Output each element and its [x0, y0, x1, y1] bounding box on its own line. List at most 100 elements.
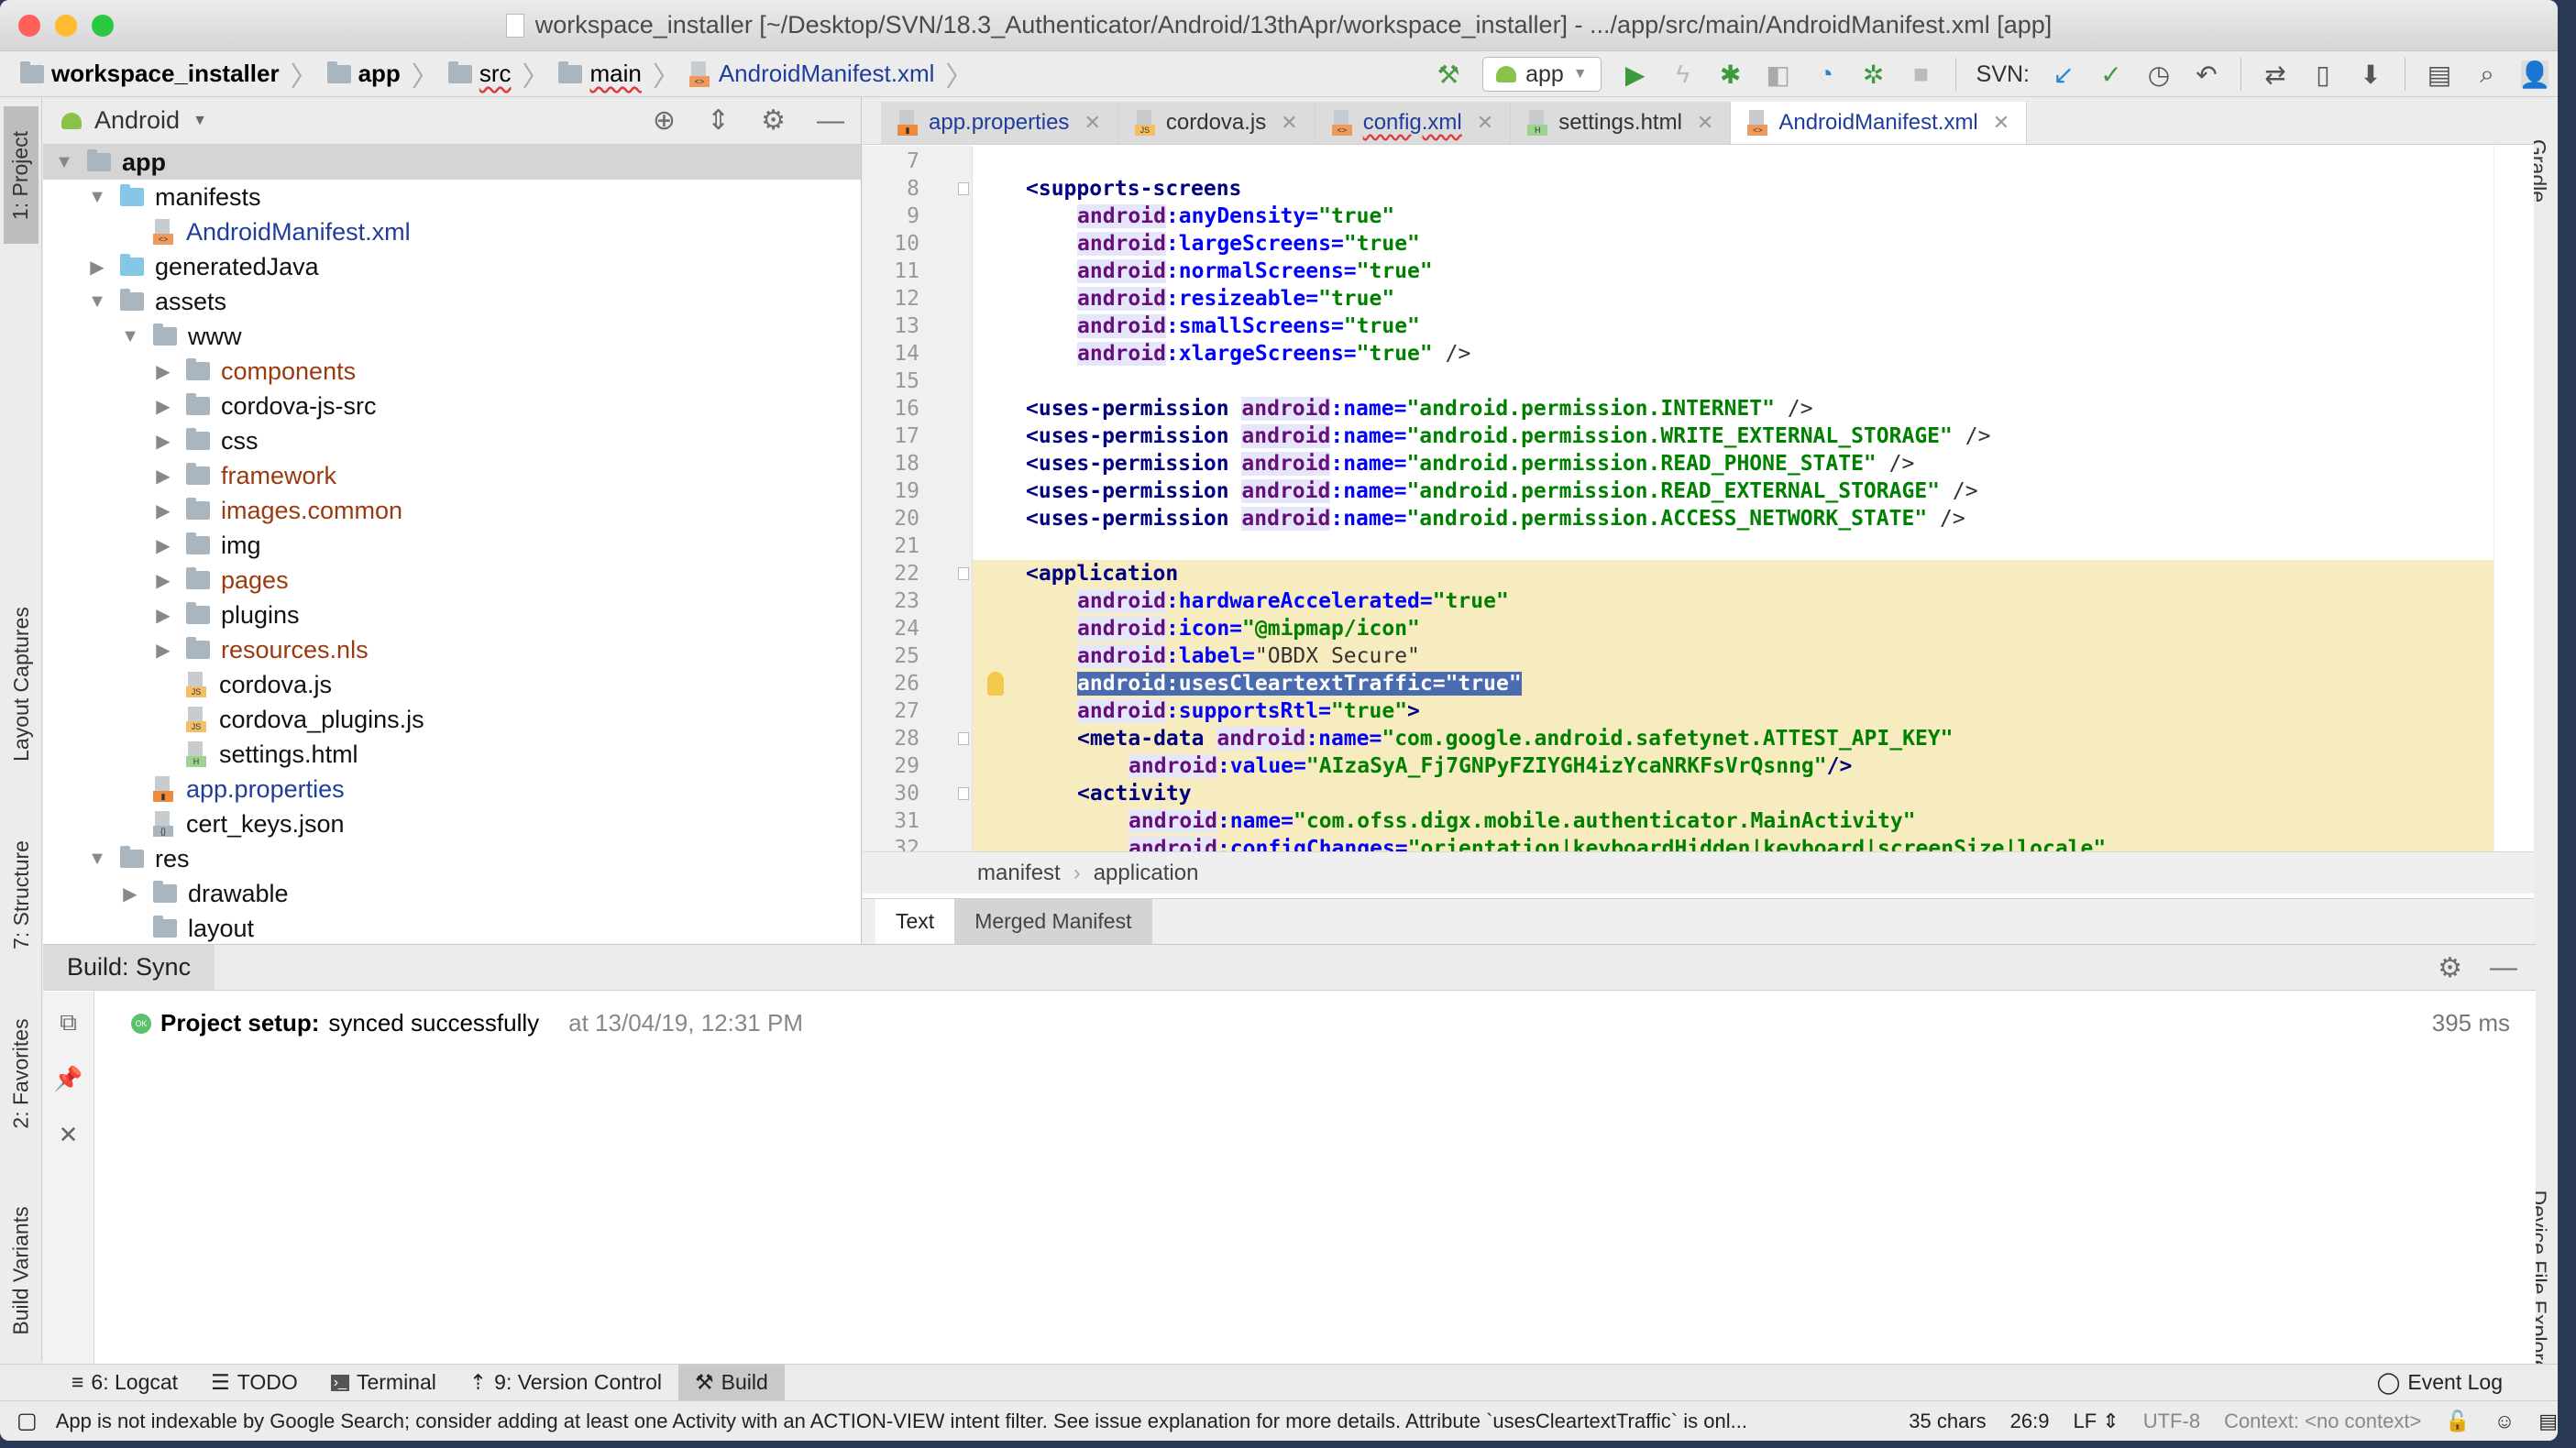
editor-tab[interactable]: ▮ app.properties ✕ [881, 102, 1118, 144]
gear-icon[interactable]: ⚙ [2438, 952, 2462, 984]
expand-down-icon[interactable]: ▼ [54, 152, 74, 173]
collapse-all-icon[interactable]: ⇕ [707, 104, 730, 137]
tree-item[interactable]: ▶ drawable [43, 876, 861, 911]
fold-marker-icon[interactable] [958, 567, 969, 580]
tree-item[interactable]: JS cordova_plugins.js [43, 702, 861, 737]
tool-window-version-control[interactable]: ⇡ 9: Version Control [453, 1365, 678, 1400]
tree-item[interactable]: ▶ css [43, 423, 861, 458]
sync-gradle-icon[interactable]: ⇄ [2262, 60, 2289, 89]
code-line[interactable]: 32 android:configChanges="orientation|key… [863, 835, 2513, 851]
close-tab-icon[interactable]: ✕ [1281, 111, 1297, 135]
expand-right-icon[interactable]: ▶ [153, 360, 173, 383]
pin-icon[interactable]: 📌 [53, 1065, 83, 1093]
tool-tab-favorites[interactable]: 2: Favorites [4, 977, 39, 1169]
expand-right-icon[interactable]: ▶ [153, 604, 173, 627]
expand-right-icon[interactable]: ▶ [153, 534, 173, 557]
coverage-icon[interactable]: ✲ [1860, 60, 1888, 89]
build-output-row[interactable]: OK Project setup: synced successfully at… [131, 1009, 803, 1037]
expand-right-icon[interactable]: ▶ [153, 569, 173, 592]
tree-item[interactable]: ▶ pages [43, 563, 861, 598]
expand-down-icon[interactable]: ▼ [120, 326, 140, 347]
tree-item[interactable]: ▮ app.properties [43, 772, 861, 806]
avd-manager-icon[interactable]: ▯ [2309, 60, 2337, 89]
code-line[interactable]: 18 <uses-permission android:name="android… [863, 450, 2513, 477]
tool-tab-project[interactable]: 1: Project [4, 106, 39, 244]
tree-item[interactable]: ▼ app [43, 145, 861, 180]
tool-tab-build-variants[interactable]: Build Variants [4, 1179, 39, 1362]
build-sync-tab[interactable]: Build: Sync [43, 945, 215, 990]
svn-revert-icon[interactable]: ↶ [2193, 60, 2220, 89]
stop-icon[interactable]: ■ [1908, 60, 1935, 88]
tree-item[interactable]: ▼ assets [43, 284, 861, 319]
code-line[interactable]: 25 android:label="OBDX Secure" [863, 642, 2513, 670]
toggle-view-icon[interactable]: ⧉ [60, 1008, 77, 1037]
expand-right-icon[interactable]: ▶ [153, 465, 173, 488]
code-line[interactable]: 29 android:value="AIzaSyA_Fj7GNPyFZIYGH4i… [863, 752, 2513, 780]
tool-tab-structure[interactable]: 7: Structure [4, 803, 39, 986]
tree-item[interactable]: ▶ cordova-js-src [43, 389, 861, 423]
breadcrumb-item-project[interactable]: workspace_installer 〉 [20, 54, 327, 94]
expand-down-icon[interactable]: ▼ [87, 849, 107, 870]
run-icon[interactable]: ▶ [1622, 60, 1649, 89]
tree-item[interactable]: layout [43, 911, 861, 946]
tool-window-logcat[interactable]: ≡ 6: Logcat [55, 1365, 194, 1400]
profile-icon[interactable]: ◔ [1812, 60, 1840, 88]
tree-item[interactable]: ▼ res [43, 841, 861, 876]
tree-item[interactable]: ▶ images.common [43, 493, 861, 528]
code-line[interactable]: 24 android:icon="@mipmap/icon" [863, 615, 2513, 642]
expand-down-icon[interactable]: ▼ [87, 187, 107, 208]
code-line[interactable]: 31 android:name="com.ofss.digx.mobile.aut… [863, 807, 2513, 835]
svn-commit-icon[interactable]: ✓ [2097, 60, 2125, 89]
close-tab-icon[interactable]: ✕ [1477, 111, 1493, 135]
fold-marker-icon[interactable] [958, 182, 969, 195]
tree-item[interactable]: ▼ manifests [43, 180, 861, 214]
code-line[interactable]: 20 <uses-permission android:name="android… [863, 505, 2513, 532]
close-tab-icon[interactable]: ✕ [1084, 111, 1100, 135]
expand-right-icon[interactable]: ▶ [153, 395, 173, 418]
tab-text[interactable]: Text [875, 899, 955, 944]
tab-merged-manifest[interactable]: Merged Manifest [954, 899, 1152, 944]
editor-tab[interactable]: <> AndroidManifest.xml ✕ [1731, 102, 2028, 144]
code-line[interactable]: 11 android:normalScreens="true" [863, 258, 2513, 285]
tool-window-build[interactable]: ⚒ Build [677, 1365, 785, 1400]
tool-tab-layout-captures[interactable]: Layout Captures [4, 574, 39, 794]
tree-item[interactable]: Hsettings.html [43, 737, 861, 772]
tree-item[interactable]: ▶ generatedJava [43, 249, 861, 284]
code-line[interactable]: 27 android:supportsRtl="true"> [863, 697, 2513, 725]
code-line[interactable]: 10 android:largeScreens="true" [863, 230, 2513, 258]
code-line[interactable]: 15 [863, 367, 2513, 395]
code-line[interactable]: 14 android:xlargeScreens="true" /> [863, 340, 2513, 367]
context-selector[interactable]: Context: <no context> [2224, 1410, 2421, 1433]
tree-item[interactable]: <> AndroidManifest.xml [43, 214, 861, 249]
hide-panel-icon[interactable]: — [2490, 952, 2517, 984]
tree-item[interactable]: JS cordova.js [43, 667, 861, 702]
code-line[interactable]: 13 android:smallScreens="true" [863, 313, 2513, 340]
encoding-selector[interactable]: UTF-8 [2143, 1410, 2200, 1433]
status-message[interactable]: App is not indexable by Google Search; c… [56, 1410, 1888, 1433]
debug-icon[interactable]: ✱ [1717, 60, 1745, 89]
code-line[interactable]: 26 android:usesCleartextTraffic="true" [863, 670, 2513, 697]
tree-item[interactable]: {} cert_keys.json [43, 806, 861, 841]
tree-item[interactable]: ▶ resources.nls [43, 632, 861, 667]
expand-right-icon[interactable]: ▶ [87, 256, 107, 279]
editor-tab[interactable]: <> config.xml ✕ [1315, 102, 1512, 144]
project-structure-icon[interactable]: ▤ [2426, 60, 2453, 89]
line-separator-selector[interactable]: LF ⇕ [2074, 1410, 2119, 1433]
breadcrumb-item-main[interactable]: main 〉 [558, 54, 688, 94]
hide-panel-icon[interactable]: — [817, 105, 844, 137]
event-log-button[interactable]: ◯ Event Log [2377, 1365, 2503, 1400]
lock-icon[interactable]: 🔓 [2445, 1410, 2470, 1433]
toggle-tool-windows-icon[interactable]: ▢ [17, 1408, 38, 1434]
tool-window-terminal[interactable]: ›_ Terminal [314, 1365, 453, 1400]
expand-right-icon[interactable]: ▶ [153, 639, 173, 662]
tree-item[interactable]: ▶ components [43, 354, 861, 389]
breadcrumb-item-app[interactable]: app 〉 [326, 54, 448, 94]
breadcrumb-item-manifest[interactable]: <> AndroidManifest.xml 〉 [688, 54, 983, 94]
memory-indicator-icon[interactable]: ▤ [2538, 1410, 2558, 1433]
fold-marker-icon[interactable] [958, 732, 969, 745]
code-line[interactable]: 28 <meta-data android:name="com.google.an… [863, 725, 2513, 752]
search-icon[interactable]: ⌕ [2473, 60, 2501, 88]
svn-history-icon[interactable]: ◷ [2145, 60, 2173, 89]
run-configuration-dropdown[interactable]: app ▼ [1482, 57, 1602, 92]
attach-debugger-icon[interactable]: ◧ [1765, 60, 1792, 89]
